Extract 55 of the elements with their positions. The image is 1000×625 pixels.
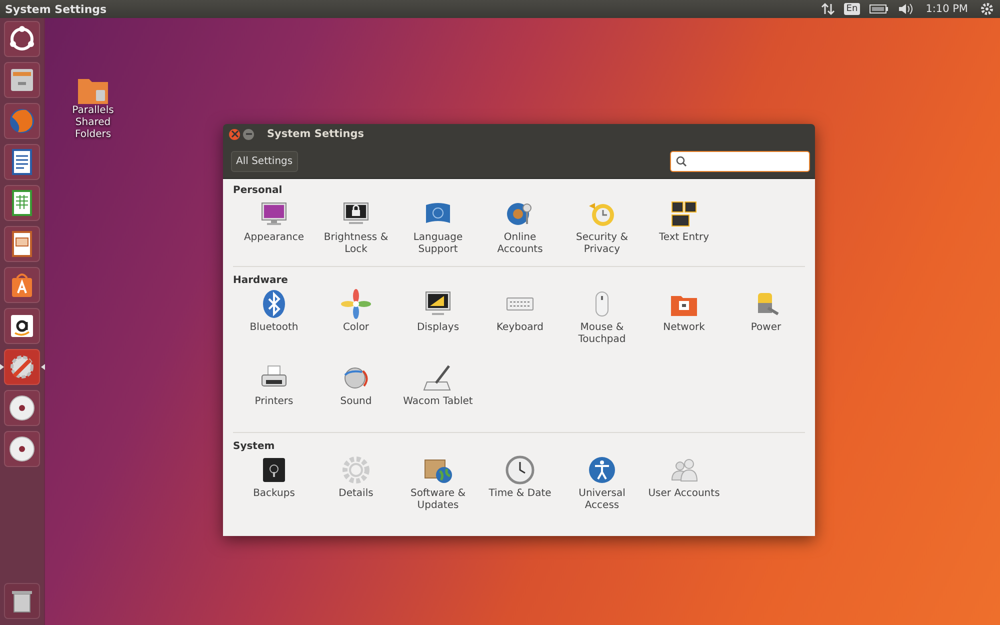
letter-a-tile-launcher-button[interactable]	[4, 308, 40, 344]
settings-item-label[interactable]: Mouse & Touchpad	[564, 322, 640, 346]
trash-launcher-button[interactable]	[4, 583, 40, 619]
section-heading: System	[233, 441, 276, 452]
network-arrows-icon[interactable]	[821, 2, 836, 16]
clock-icon[interactable]	[504, 454, 536, 486]
document-launcher-button[interactable]	[4, 144, 40, 180]
settings-item-label[interactable]: Sound	[318, 396, 394, 408]
settings-item-label[interactable]: Software & Updates	[400, 488, 476, 512]
close-button[interactable]	[229, 128, 240, 140]
presentation-launcher-button[interactable]	[4, 226, 40, 262]
keyboard-layout-indicator[interactable]: En	[844, 3, 860, 15]
settings-item-label[interactable]: Keyboard	[482, 322, 558, 334]
search-icon	[676, 156, 687, 166]
accessibility-icon[interactable]	[586, 454, 618, 486]
settings-item-label[interactable]: Color	[318, 322, 394, 334]
settings-item-label[interactable]: Printers	[236, 396, 312, 408]
flower-icon[interactable]	[340, 288, 372, 320]
section-heading: Hardware	[233, 275, 289, 286]
minimize-button[interactable]	[243, 128, 254, 140]
settings-item-label[interactable]: Universal Access	[564, 488, 640, 512]
settings-icon[interactable]	[980, 2, 994, 16]
settings-item-label[interactable]: Security & Privacy	[564, 232, 640, 256]
settings-item-label[interactable]: Backups	[236, 488, 312, 500]
settings-item-label[interactable]: Power	[728, 322, 804, 334]
settings-item-label[interactable]: Text Entry	[646, 232, 722, 244]
gear-wrench-launcher-button[interactable]	[4, 349, 40, 385]
settings-item-label[interactable]: Brightness & Lock	[318, 232, 394, 256]
disc-launcher-button[interactable]	[4, 390, 40, 426]
settings-item-label[interactable]: Network	[646, 322, 722, 334]
section-heading: Personal	[233, 185, 284, 196]
globe-fox-launcher-button[interactable]	[4, 103, 40, 139]
settings-item-label[interactable]: Time & Date	[482, 488, 558, 500]
settings-item-label[interactable]: Wacom Tablet	[400, 396, 476, 408]
file-cabinet-launcher-button[interactable]	[4, 62, 40, 98]
settings-item-label[interactable]: Displays	[400, 322, 476, 334]
clock[interactable]: 1:10 PM	[926, 3, 968, 15]
shopping-bag-launcher-button[interactable]	[4, 267, 40, 303]
settings-item-label[interactable]: User Accounts	[646, 488, 722, 500]
battery-icon[interactable]	[868, 3, 889, 15]
volume-icon[interactable]	[898, 2, 914, 16]
search-field[interactable]	[670, 150, 810, 172]
close-icon	[230, 130, 238, 138]
window-title: System Settings	[5, 2, 107, 16]
settings-item-label[interactable]: Language Support	[400, 232, 476, 256]
settings-item-label[interactable]: Online Accounts	[482, 232, 558, 256]
settings-item-label[interactable]: Details	[318, 488, 394, 500]
settings-item-label[interactable]: Appearance	[236, 232, 312, 244]
all-settings-button[interactable]: All Settings	[231, 150, 298, 172]
ubuntu-logo-launcher-button[interactable]	[4, 21, 40, 57]
settings-item-label[interactable]: Bluetooth	[236, 322, 312, 334]
spreadsheet-launcher-button[interactable]	[4, 185, 40, 221]
window-title: System Settings	[267, 128, 364, 140]
disc-launcher-button[interactable]	[4, 431, 40, 467]
desktop-icon-label[interactable]: Parallels Shared Folders	[69, 105, 117, 141]
